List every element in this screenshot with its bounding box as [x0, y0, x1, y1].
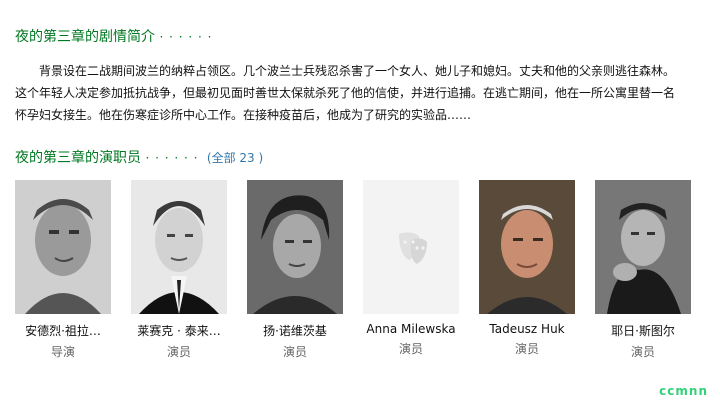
cast-count-text: 全部 23: [211, 151, 255, 165]
cast-section-title: 夜的第三章的演职员 · · · · · · (全部 23 ): [15, 147, 263, 167]
cast-photo[interactable]: [595, 180, 691, 314]
plot-title-text: 夜的第三章的剧情简介: [15, 29, 155, 45]
cast-role: 演员: [514, 342, 539, 356]
cast-list: 安德烈·祖拉… 导演 莱赛克 · 泰来… 演员 扬·诺维茨基 演员 Anna M…: [15, 180, 715, 370]
cast-role: 演员: [282, 345, 307, 359]
cast-photo[interactable]: [479, 180, 575, 314]
cast-role: 导演: [50, 345, 75, 359]
cast-role: 演员: [630, 345, 655, 359]
cast-card[interactable]: 莱赛克 · 泰来… 演员: [131, 180, 227, 360]
cast-card[interactable]: 耶日·斯图尔 演员: [595, 180, 691, 360]
cast-name[interactable]: 扬·诺维茨基: [247, 322, 343, 339]
plot-summary: 背景设在二战期间波兰的纳粹占领区。几个波兰士兵残忍杀害了一个女人、她儿子和媳妇。…: [15, 64, 676, 122]
cast-name[interactable]: 安德烈·祖拉…: [15, 322, 111, 339]
cast-photo[interactable]: [15, 180, 111, 314]
cast-title-text: 夜的第三章的演职员: [15, 150, 141, 166]
cast-count-link[interactable]: (全部 23 ): [207, 151, 263, 165]
placeholder-mask-icon[interactable]: [363, 180, 459, 314]
title-dots: · · · · · ·: [159, 30, 213, 44]
title-dots: · · · · · ·: [145, 151, 199, 165]
watermark: ccmnn: [659, 384, 708, 398]
cast-role: 演员: [166, 345, 191, 359]
cast-name[interactable]: Anna Milewska: [363, 322, 459, 336]
plot-section-title: 夜的第三章的剧情简介 · · · · · ·: [15, 26, 212, 46]
cast-name[interactable]: Tadeusz Huk: [479, 322, 575, 336]
cast-role: 演员: [398, 342, 423, 356]
cast-name[interactable]: 莱赛克 · 泰来…: [131, 322, 227, 339]
cast-card[interactable]: 扬·诺维茨基 演员: [247, 180, 343, 360]
cast-name[interactable]: 耶日·斯图尔: [595, 322, 691, 339]
cast-card[interactable]: 安德烈·祖拉… 导演: [15, 180, 111, 360]
cast-card[interactable]: Tadeusz Huk 演员: [479, 180, 575, 357]
cast-photo[interactable]: [131, 180, 227, 314]
cast-photo[interactable]: [247, 180, 343, 314]
cast-card[interactable]: Anna Milewska 演员: [363, 180, 459, 357]
